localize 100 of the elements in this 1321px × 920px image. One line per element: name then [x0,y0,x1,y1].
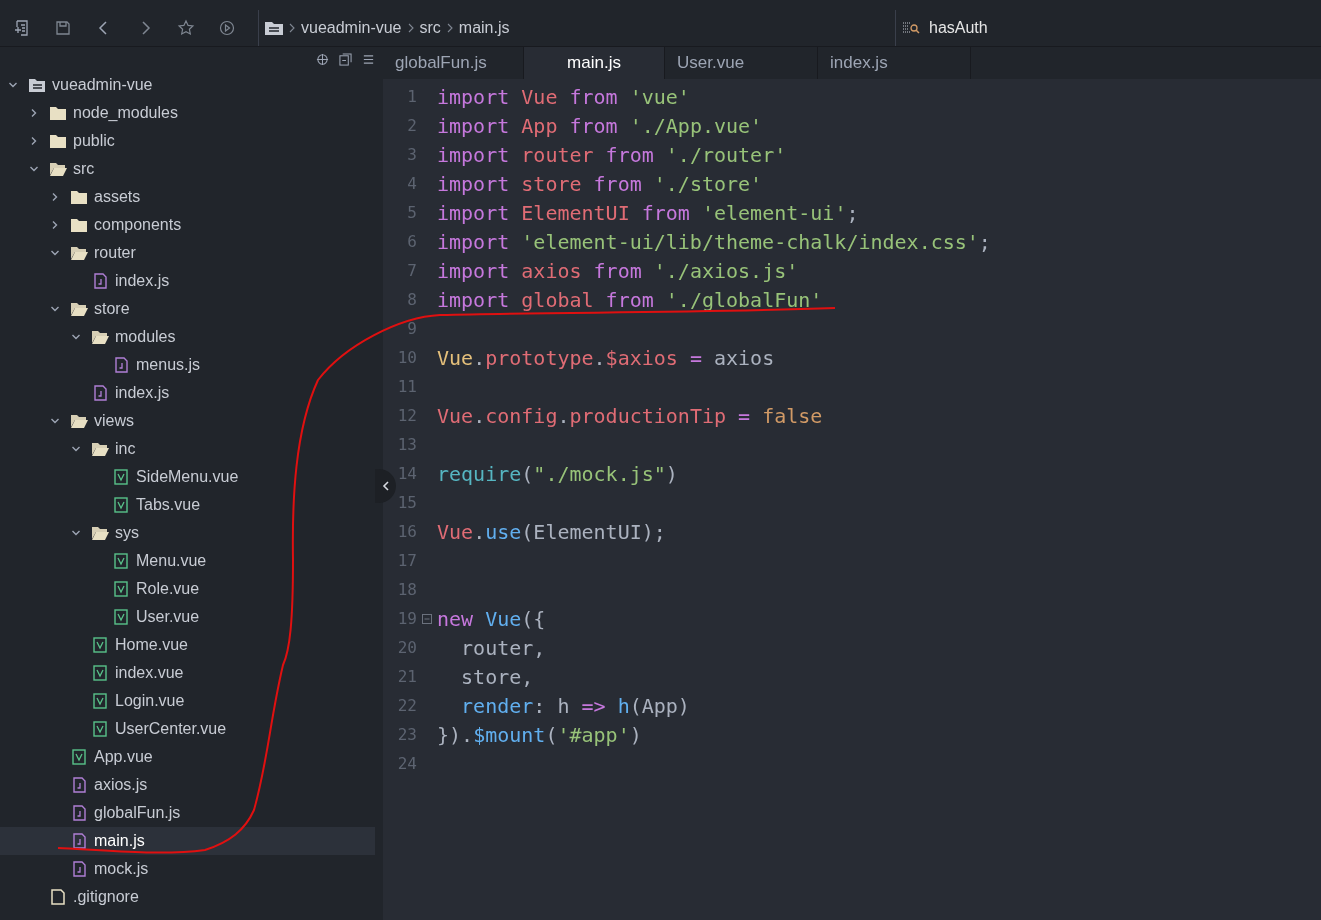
symbol-search-field[interactable]: hasAuth [895,10,1321,46]
folder-icon [265,21,283,35]
tree-item[interactable]: main.js [0,827,375,855]
editor-tab[interactable]: main.js [524,47,665,79]
tree-item[interactable]: modules [0,323,375,351]
tree-item[interactable]: SideMenu.vue [0,463,375,491]
tree-item[interactable]: App.vue [0,743,375,771]
vue-file-icon [112,581,130,597]
tree-item[interactable]: menus.js [0,351,375,379]
line-number: 10 [397,348,417,367]
code-line: Vue.prototype.$axios = axios [437,345,775,370]
tree-item[interactable]: axios.js [0,771,375,799]
folder-icon [49,133,67,149]
chevron-down-icon[interactable] [50,248,60,258]
tree-item[interactable]: sys [0,519,375,547]
chevron-right-icon[interactable] [29,136,39,146]
chevron-down-icon[interactable] [50,416,60,426]
chevron-down-icon[interactable] [71,444,81,454]
line-number: 20 [397,638,417,657]
line-number: 9 [406,319,417,338]
line-number: 4 [406,174,417,193]
chevron-right-icon[interactable] [50,192,60,202]
tree-item[interactable]: router [0,239,375,267]
code-line: Vue.config.productionTip = false [437,403,823,428]
folder-icon [70,217,88,233]
chevron-down-icon[interactable] [29,164,39,174]
code-line: router, [460,635,546,660]
vue-file-icon [112,497,130,513]
tree-item[interactable]: store [0,295,375,323]
tree-item[interactable]: UserCenter.vue [0,715,375,743]
line-number: 12 [397,406,417,425]
tree-item[interactable]: index.js [0,379,375,407]
code-line: import App from './App.vue' [437,113,763,138]
js-file-icon [91,273,109,289]
tree-item[interactable]: Role.vue [0,575,375,603]
tree-item[interactable]: User.vue [0,603,375,631]
play-icon[interactable] [218,19,236,37]
line-number: 8 [406,290,417,309]
tree-item[interactable]: index.js [0,267,375,295]
chevron-down-icon[interactable] [50,304,60,314]
vue-file-icon [91,721,109,737]
tree-item[interactable]: public [0,127,375,155]
chevron-down-icon[interactable] [8,80,18,90]
line-number: 2 [406,116,417,135]
chevron-down-icon[interactable] [71,528,81,538]
line-number: 22 [397,696,417,715]
tree-item[interactable]: inc [0,435,375,463]
tree-item[interactable]: vueadmin-vue [0,71,375,99]
tree-item[interactable]: Home.vue [0,631,375,659]
new-file-icon[interactable] [13,19,31,37]
js-file-icon [70,805,88,821]
vue-file-icon [91,637,109,653]
save-icon[interactable] [54,19,72,37]
tree-item[interactable]: Menu.vue [0,547,375,575]
tree-item[interactable]: mock.js [0,855,375,883]
locate-icon[interactable] [316,52,329,66]
line-number: 3 [406,145,417,164]
line-number: 18 [397,580,417,599]
breadcrumb-item[interactable]: vueadmin-vue [301,19,402,37]
tree-item[interactable]: src [0,155,375,183]
chevron-right-icon[interactable] [50,220,60,230]
breadcrumb-item[interactable]: src [419,19,441,37]
tree-item[interactable]: components [0,211,375,239]
code-line: import ElementUI from 'element-ui'; [437,200,859,225]
line-number: 6 [406,232,417,251]
chevron-right-icon [289,23,295,33]
line-number: 11 [397,377,417,396]
breadcrumb-item[interactable]: main.js [458,19,510,37]
code-line: import Vue from 'vue' [437,84,690,109]
collapse-sidebar-button[interactable] [375,469,396,503]
js-file-icon [112,357,130,373]
line-number: 21 [397,667,417,686]
chevron-right-icon[interactable] [29,108,39,118]
tree-item[interactable]: globalFun.js [0,799,375,827]
tree-item[interactable]: Login.vue [0,687,375,715]
code-line: require("./mock.js") [437,461,678,486]
code-line: store, [460,664,534,689]
tree-item[interactable]: assets [0,183,375,211]
code-line: import store from './store' [437,171,763,196]
tree-item[interactable]: Tabs.vue [0,491,375,519]
symbol-search-icon [902,21,920,35]
tree-item[interactable]: views [0,407,375,435]
code-line: import global from './globalFun' [437,287,823,312]
js-file-icon [70,861,88,877]
tree-item[interactable]: index.vue [0,659,375,687]
chevron-down-icon[interactable] [71,332,81,342]
code-line: import axios from './axios.js' [437,258,799,283]
tree-item[interactable]: .gitignore [0,883,375,911]
vue-file-icon [91,665,109,681]
line-number: 17 [397,551,417,570]
tree-item[interactable]: node_modules [0,99,375,127]
line-number: 24 [397,754,417,773]
file-icon [49,889,67,905]
vue-file-icon [112,469,130,485]
code-line: import router from './router' [437,142,787,167]
menu-icon[interactable] [362,52,375,66]
star-icon[interactable] [177,19,195,37]
line-number: 23 [397,725,417,744]
fold-icon[interactable] [422,613,432,624]
collapse-all-icon[interactable] [339,52,352,66]
